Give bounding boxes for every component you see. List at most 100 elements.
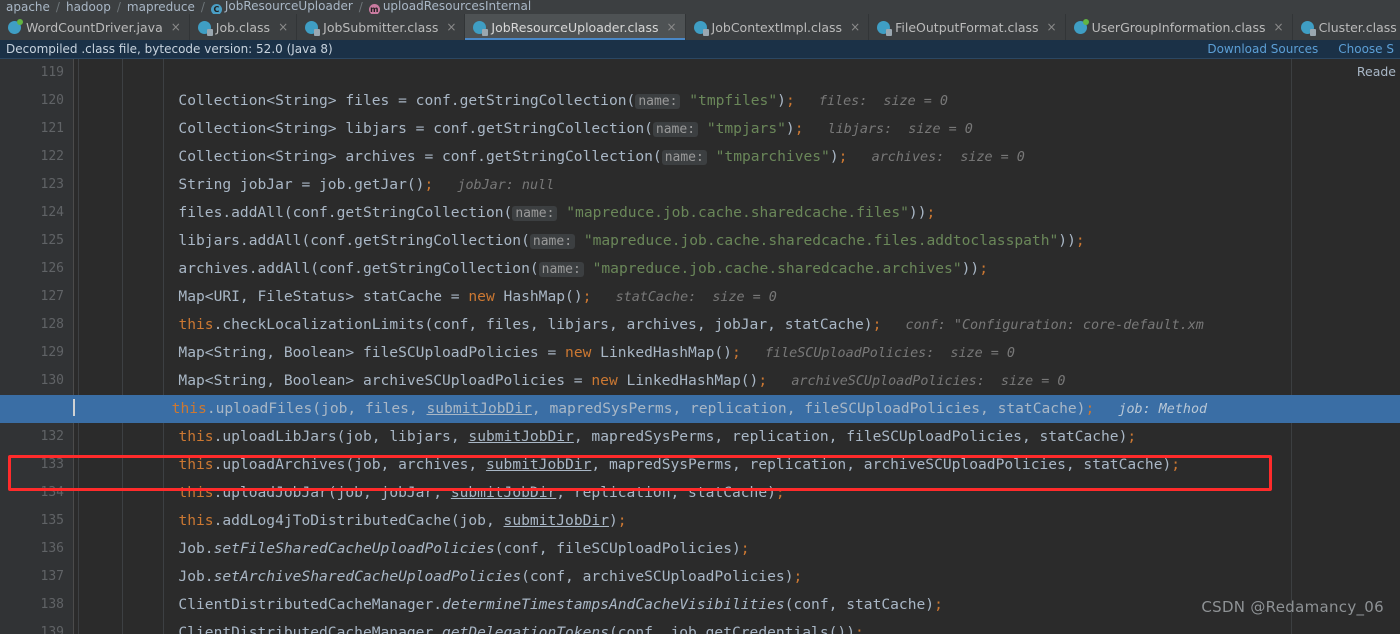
code-token-ident: Job. bbox=[73, 540, 214, 557]
code-token-ident: libjars.addAll(conf.getStringCollection( bbox=[73, 232, 530, 249]
inline-value-hint: archiveSCUploadPolicies: size = 0 bbox=[767, 374, 1066, 389]
code-token-semi: ; bbox=[775, 484, 785, 501]
code-editor[interactable]: 1191201211221231241251261271281291301311… bbox=[0, 59, 1400, 634]
code-line[interactable]: this.uploadJobJar(job, jobJar, submitJob… bbox=[0, 479, 1400, 507]
close-icon[interactable]: × bbox=[1047, 21, 1057, 33]
code-line[interactable]: String jobJar = job.getJar(); jobJar: nu… bbox=[0, 171, 1400, 199]
code-token-ident: , replication, statCache) bbox=[556, 484, 776, 501]
code-line[interactable]: Map<String, Boolean> archiveSCUploadPoli… bbox=[0, 367, 1400, 395]
class-file-icon bbox=[693, 20, 709, 36]
code-token-ident: Map<String, Boolean> archiveSCUploadPoli… bbox=[73, 372, 592, 389]
editor-tab-cluster-class[interactable]: Cluster.class× bbox=[1293, 14, 1400, 40]
breadcrumb-item-2[interactable]: mapreduce bbox=[125, 0, 197, 14]
code-line[interactable]: this.checkLocalizationLimits(conf, files… bbox=[0, 311, 1400, 339]
code-token-kw: this bbox=[171, 400, 207, 417]
decompiled-notification-bar: Decompiled .class file, bytecode version… bbox=[0, 40, 1400, 59]
editor-tab-usergroupinformation-class[interactable]: UserGroupInformation.class × bbox=[1066, 14, 1293, 40]
code-token-underlined: submitJobDir bbox=[426, 400, 532, 417]
breadcrumb-item-1[interactable]: hadoop bbox=[64, 0, 113, 14]
inline-value-hint: files: size = 0 bbox=[794, 94, 948, 109]
inline-value-hint: statCache: size = 0 bbox=[591, 290, 777, 305]
parameter-name-hint: name: bbox=[512, 206, 558, 221]
code-line[interactable]: Collection<String> libjars = conf.getStr… bbox=[0, 115, 1400, 143]
breadcrumb-item-3[interactable]: C JobResourceUploader bbox=[209, 0, 355, 14]
code-line[interactable]: files.addAll(conf.getStringCollection(na… bbox=[0, 199, 1400, 227]
code-token-ident: .uploadArchives(job, archives, bbox=[213, 456, 486, 473]
editor-tab-bar[interactable]: WordCountDriver.java × Job.class × JobSubmit… bbox=[0, 14, 1400, 40]
download-sources-link[interactable]: Download Sources bbox=[1207, 42, 1318, 56]
class-file-icon bbox=[473, 20, 489, 36]
code-token-kw: new bbox=[468, 288, 495, 305]
code-token-ident: files.addAll(conf.getStringCollection( bbox=[73, 204, 513, 221]
code-line[interactable]: this.addLog4jToDistributedCache(job, sub… bbox=[0, 507, 1400, 535]
code-line[interactable]: this.uploadArchives(job, archives, submi… bbox=[0, 451, 1400, 479]
code-token-kw: this bbox=[178, 484, 214, 501]
editor-tab-label: Job.class bbox=[215, 19, 271, 35]
code-line-content: this.uploadJobJar(job, jobJar, submitJob… bbox=[73, 479, 785, 507]
code-line[interactable]: Job.setArchiveSharedCacheUploadPolicies(… bbox=[0, 563, 1400, 591]
code-line[interactable]: archives.addAll(conf.getStringCollection… bbox=[0, 255, 1400, 283]
code-token-kw: new bbox=[591, 372, 618, 389]
code-line[interactable] bbox=[0, 59, 1400, 87]
close-icon[interactable]: × bbox=[171, 21, 181, 33]
code-token-punc: )) bbox=[1058, 232, 1076, 249]
code-token-static-method: getDelegationTokens bbox=[442, 624, 609, 634]
inline-value-hint: job: Method bbox=[1094, 402, 1208, 417]
code-token-str: "tmpfiles" bbox=[689, 92, 778, 109]
editor-tab-fileoutputformat-class[interactable]: FileOutputFormat.class × bbox=[869, 14, 1066, 40]
code-token-ident: , mapredSysPerms, replication, fileSCUpl… bbox=[573, 428, 1128, 445]
editor-tab-label: UserGroupInformation.class bbox=[1091, 19, 1266, 35]
reader-mode-label[interactable]: Reade bbox=[1357, 64, 1396, 79]
code-token-ident: .checkLocalizationLimits(conf, files, li… bbox=[213, 316, 873, 333]
code-line[interactable]: this.uploadLibJars(job, libjars, submitJ… bbox=[0, 423, 1400, 451]
choose-sources-link[interactable]: Choose S bbox=[1338, 42, 1394, 56]
code-line[interactable]: Job.setFileSharedCacheUploadPolicies(con… bbox=[0, 535, 1400, 563]
close-icon[interactable]: × bbox=[666, 21, 676, 33]
code-token-semi: ; bbox=[934, 596, 943, 613]
code-lines[interactable]: Collection<String> files = conf.getStrin… bbox=[0, 59, 1400, 634]
code-token-str: "tmparchives" bbox=[715, 148, 830, 165]
breadcrumb-item-label: JobResourceUploader bbox=[224, 0, 353, 13]
code-line-selected[interactable]: this.uploadFiles(job, files, submitJobDi… bbox=[0, 395, 1400, 423]
code-token-str: "mapreduce.job.cache.sharedcache.files" bbox=[566, 204, 909, 221]
code-token-ident: Collection<String> files = conf.getStrin… bbox=[73, 92, 636, 109]
close-icon[interactable]: × bbox=[446, 21, 456, 33]
editor-tab-job-class[interactable]: Job.class × bbox=[190, 14, 298, 40]
parameter-name-hint: name: bbox=[661, 150, 707, 165]
code-token-semi: ; bbox=[1075, 232, 1085, 249]
editor-tab-jobsubmitter-class[interactable]: JobSubmitter.class × bbox=[297, 14, 466, 40]
code-token-ident: .addLog4jToDistributedCache(job, bbox=[213, 512, 504, 529]
editor-tab-wordcountdriver-java[interactable]: WordCountDriver.java × bbox=[0, 14, 190, 40]
code-line[interactable]: Collection<String> files = conf.getStrin… bbox=[0, 87, 1400, 115]
code-line[interactable]: ClientDistributedCacheManager.determineT… bbox=[0, 591, 1400, 619]
code-line[interactable]: ClientDistributedCacheManager.getDelegat… bbox=[0, 619, 1400, 634]
close-icon[interactable]: × bbox=[278, 21, 288, 33]
code-line[interactable]: Map<URI, FileStatus> statCache = new Has… bbox=[0, 283, 1400, 311]
code-line[interactable]: libjars.addAll(conf.getStringCollection(… bbox=[0, 227, 1400, 255]
code-token-ident: .uploadFiles(job, files, bbox=[206, 400, 427, 417]
code-line[interactable]: Map<String, Boolean> fileSCUploadPolicie… bbox=[0, 339, 1400, 367]
editor-tab-jobresourceuploader-class[interactable]: JobResourceUploader.class × bbox=[465, 14, 686, 40]
code-token-ident: (conf, job.getCredentials()) bbox=[608, 624, 855, 634]
code-token-ident: (conf, statCache) bbox=[784, 596, 935, 613]
editor-tab-jobcontextimpl-class[interactable]: JobContextImpl.class × bbox=[686, 14, 870, 40]
code-token-ident: Collection<String> archives = conf.getSt… bbox=[73, 148, 662, 165]
code-line-content: ClientDistributedCacheManager.getDelegat… bbox=[73, 619, 863, 634]
breadcrumb-item-0[interactable]: apache bbox=[4, 0, 52, 14]
breadcrumb-item-label: mapreduce bbox=[126, 0, 195, 14]
code-token-kw: this bbox=[178, 316, 214, 333]
code-token-semi: ; bbox=[794, 120, 804, 137]
code-token-underlined: submitJobDir bbox=[503, 512, 609, 529]
code-line[interactable]: Collection<String> archives = conf.getSt… bbox=[0, 143, 1400, 171]
breadcrumb[interactable]: apache / hadoop / mapreduce / C JobResourceUplo… bbox=[0, 0, 1400, 14]
code-token-ident: LinkedHashMap() bbox=[591, 344, 732, 361]
close-icon[interactable]: × bbox=[1274, 21, 1284, 33]
close-icon[interactable]: × bbox=[850, 21, 860, 33]
parameter-name-hint: name: bbox=[529, 234, 576, 249]
breadcrumb-item-4[interactable]: m uploadResourcesInternal bbox=[367, 0, 533, 14]
code-token-ident: HashMap() bbox=[494, 288, 583, 305]
code-token-ident: , mapredSysPerms, replication, archiveSC… bbox=[591, 456, 1172, 473]
editor-tab-label: JobSubmitter.class bbox=[323, 19, 439, 35]
